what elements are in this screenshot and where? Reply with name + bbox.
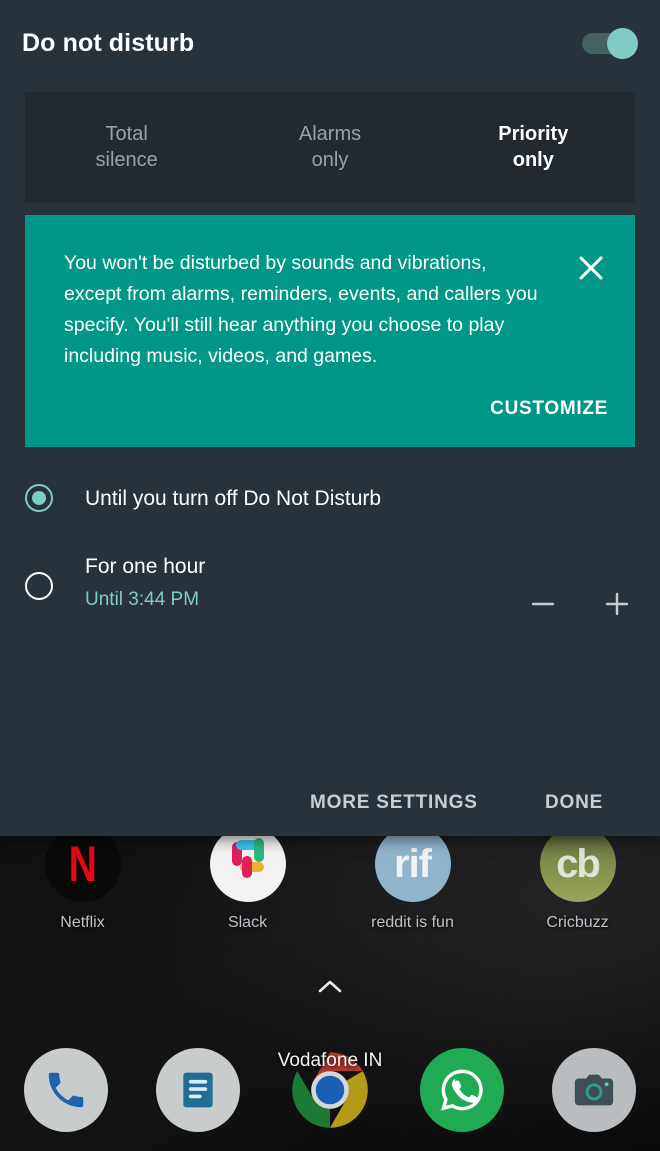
tab-label-line1: Total — [106, 122, 148, 148]
tab-label-line2: only — [312, 148, 349, 174]
radio-button[interactable] — [25, 484, 53, 512]
decrease-duration-button[interactable] — [523, 584, 563, 624]
mode-tab-group: Total silence Alarms only Priority only — [25, 92, 635, 203]
chevron-up-icon[interactable] — [317, 978, 343, 996]
app-item-slack[interactable]: Slack — [165, 820, 330, 950]
tab-label-line1: Alarms — [299, 122, 361, 148]
toggle-thumb — [607, 28, 638, 59]
rif-glyph: rif — [394, 842, 431, 887]
whatsapp-icon[interactable] — [420, 1048, 504, 1132]
tab-alarms-only[interactable]: Alarms only — [228, 92, 431, 203]
phone-icon[interactable] — [24, 1048, 108, 1132]
dialog-actions: MORE SETTINGS DONE — [0, 782, 660, 826]
increase-duration-button[interactable] — [597, 584, 637, 624]
duration-option-one-hour[interactable]: For one hour Until 3:44 PM — [0, 531, 660, 650]
dock-item-camera[interactable] — [528, 1048, 660, 1132]
app-label: Slack — [228, 914, 267, 932]
radio-button[interactable] — [25, 572, 53, 600]
slack-shape — [242, 856, 252, 878]
duration-option-sublabel: Until 3:44 PM — [85, 590, 205, 609]
customize-button[interactable]: CUSTOMIZE — [490, 398, 608, 420]
chrome-icon[interactable] — [288, 1048, 372, 1132]
dock-item-phone[interactable] — [0, 1048, 132, 1132]
android-screen: N Netflix Slack rif reddit is fun cb — [0, 0, 660, 1151]
duration-option-until-off[interactable]: Until you turn off Do Not Disturb — [0, 465, 660, 531]
dock-item-messages[interactable] — [132, 1048, 264, 1132]
app-grid-row: N Netflix Slack rif reddit is fun cb — [0, 820, 660, 950]
tab-label-line2: only — [513, 148, 554, 174]
duration-option-label: Until you turn off Do Not Disturb — [85, 488, 381, 509]
info-card: You won't be disturbed by sounds and vib… — [25, 215, 635, 447]
slack-icon[interactable] — [210, 826, 286, 902]
app-label: reddit is fun — [371, 914, 454, 932]
cricbuzz-glyph: cb — [556, 842, 599, 887]
do-not-disturb-dialog: Do not disturb Total silence Alarms only… — [0, 0, 660, 836]
more-settings-button[interactable]: MORE SETTINGS — [310, 792, 478, 814]
info-card-text: You won't be disturbed by sounds and vib… — [64, 248, 539, 372]
close-icon[interactable] — [574, 251, 608, 285]
app-item-reddit-is-fun[interactable]: rif reddit is fun — [330, 820, 495, 950]
tab-label-line2: silence — [96, 148, 158, 174]
tab-label-line1: Priority — [498, 122, 568, 148]
duration-option-label: For one hour — [85, 556, 205, 577]
app-item-netflix[interactable]: N Netflix — [0, 820, 165, 950]
duration-option-list: Until you turn off Do Not Disturb For on… — [0, 465, 660, 650]
dock-item-chrome[interactable] — [264, 1048, 396, 1132]
dock — [0, 1042, 660, 1138]
slack-shape — [254, 838, 264, 862]
app-label: Cricbuzz — [546, 914, 608, 932]
rif-icon[interactable]: rif — [375, 826, 451, 902]
messages-icon[interactable] — [156, 1048, 240, 1132]
camera-icon[interactable] — [552, 1048, 636, 1132]
cricbuzz-icon[interactable]: cb — [540, 826, 616, 902]
netflix-icon[interactable]: N — [45, 826, 121, 902]
dialog-header: Do not disturb — [0, 0, 660, 86]
do-not-disturb-toggle[interactable] — [582, 28, 638, 58]
tab-total-silence[interactable]: Total silence — [25, 92, 228, 203]
app-label: Netflix — [60, 914, 104, 932]
page-title: Do not disturb — [22, 29, 194, 58]
tab-priority-only[interactable]: Priority only — [432, 92, 635, 203]
dock-item-whatsapp[interactable] — [396, 1048, 528, 1132]
netflix-glyph: N — [69, 839, 96, 889]
done-button[interactable]: DONE — [545, 792, 603, 814]
app-item-cricbuzz[interactable]: cb Cricbuzz — [495, 820, 660, 950]
